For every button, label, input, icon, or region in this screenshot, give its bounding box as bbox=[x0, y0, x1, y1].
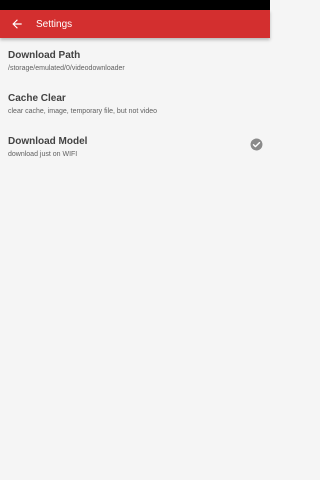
pref-download-model[interactable]: Download Model download just on WIFI bbox=[0, 128, 270, 163]
arrow-back-icon bbox=[12, 19, 22, 29]
pref-cache-clear[interactable]: Cache Clear clear cache, image, temporar… bbox=[0, 85, 270, 120]
pref-download-path[interactable]: Download Path /storage/emulated/0/videod… bbox=[0, 42, 270, 77]
pref-title: Download Model bbox=[8, 136, 88, 147]
app-bar: Settings bbox=[0, 10, 270, 38]
pref-title: Cache Clear bbox=[8, 93, 66, 104]
pref-summary: download just on WIFI bbox=[8, 151, 78, 158]
check-circle-icon[interactable] bbox=[250, 138, 263, 151]
back-button[interactable] bbox=[2, 10, 32, 38]
status-bar bbox=[0, 0, 270, 10]
pref-title: Download Path bbox=[8, 50, 81, 61]
page-title: Settings bbox=[36, 18, 73, 30]
pref-summary: clear cache, image, temporary file, but … bbox=[8, 108, 158, 115]
pref-summary: /storage/emulated/0/videodownloader bbox=[8, 65, 125, 72]
settings-list: Download Path /storage/emulated/0/videod… bbox=[0, 38, 270, 480]
